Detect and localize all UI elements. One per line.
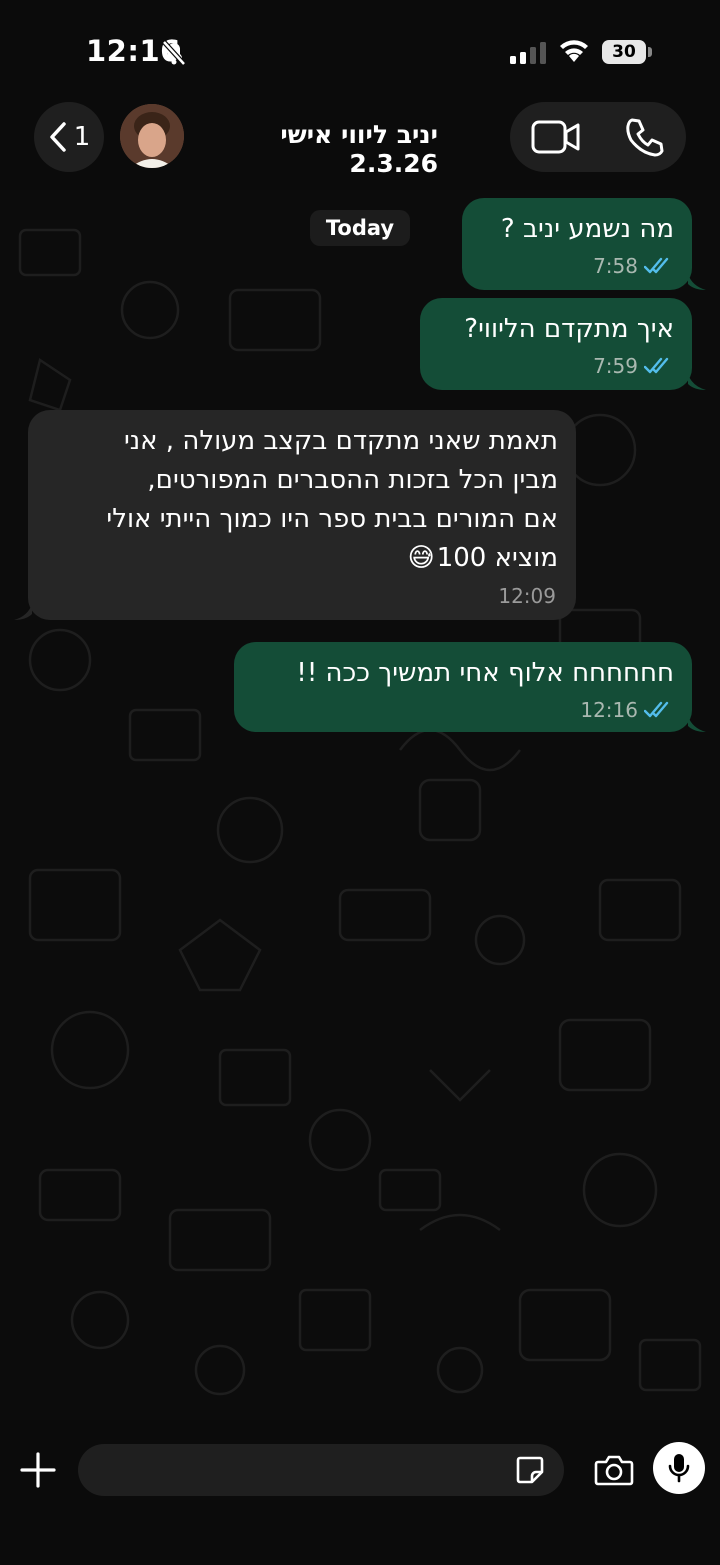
message-text: תאמת שאני מתקדם בקצב מעולה , אני מבין הכ… [38, 422, 558, 578]
avatar-image [120, 104, 184, 168]
video-call-icon[interactable] [530, 118, 582, 156]
message-line: מוציא 100😅 [38, 539, 558, 578]
status-bar: 12:16 30 [0, 0, 720, 100]
message-text: מה נשמע יניב ? [500, 214, 674, 244]
composer-bar [0, 1420, 720, 1565]
back-button[interactable]: 1 [34, 102, 104, 172]
battery-indicator: 30 [602, 40, 646, 64]
battery-nub [648, 47, 652, 57]
sweat-smile-emoji: 😅 [407, 543, 435, 573]
message-bubble-outgoing[interactable]: איך מתקדם הליווי? 7:59 [420, 298, 692, 390]
microphone-button[interactable] [653, 1442, 705, 1494]
message-time: 12:16 [580, 698, 638, 722]
message-bubble-incoming[interactable]: תאמת שאני מתקדם בקצב מעולה , אני מבין הכ… [28, 410, 576, 620]
message-line: מבין הכל בזכות ההסברים המפורטים, [147, 465, 558, 495]
bell-slash-icon [162, 40, 186, 66]
message-line: תאמת שאני מתקדם בקצב מעולה , אני [123, 426, 558, 456]
chat-header: 1 יניב ליווי אישי 2.3.26 [0, 100, 720, 190]
message-meta: 7:59 [593, 354, 674, 378]
message-time: 7:59 [593, 354, 638, 378]
microphone-icon [668, 1454, 690, 1483]
message-text: חחחחחח אלוף אחי תמשיך ככה !! [296, 658, 674, 688]
message-input[interactable] [78, 1444, 564, 1496]
bubble-tail [688, 274, 706, 290]
message-meta: 12:16 [580, 698, 674, 722]
phone-call-icon[interactable] [624, 116, 666, 158]
avatar[interactable] [120, 104, 184, 168]
camera-icon[interactable] [594, 1454, 634, 1486]
message-bubble-outgoing[interactable]: מה נשמע יניב ? 7:58 [462, 198, 692, 290]
message-time: 7:58 [593, 254, 638, 278]
wifi-icon [560, 40, 588, 62]
message-meta: 12:09 [498, 584, 556, 608]
bubble-tail [688, 374, 706, 390]
plus-icon[interactable] [20, 1452, 56, 1488]
sticker-icon[interactable] [514, 1454, 546, 1486]
contact-name[interactable]: יניב ליווי אישי 2.3.26 [198, 120, 438, 178]
message-text: איך מתקדם הליווי? [464, 314, 674, 344]
message-line-text: מוציא 100 [436, 543, 558, 573]
unread-count: 1 [73, 122, 91, 152]
bubble-tail [688, 716, 706, 732]
message-time: 12:09 [498, 584, 556, 608]
message-line: אם המורים בבית ספר היו כמוך הייתי אולי [106, 504, 558, 534]
double-check-read-icon [644, 257, 669, 274]
call-buttons [510, 102, 686, 172]
message-meta: 7:58 [593, 254, 674, 278]
chevron-left-icon [49, 122, 66, 152]
message-bubble-outgoing[interactable]: חחחחחח אלוף אחי תמשיך ככה !! 12:16 [234, 642, 692, 732]
double-check-read-icon [644, 701, 669, 718]
double-check-read-icon [644, 357, 669, 374]
cellular-signal-icon [510, 42, 546, 64]
bubble-tail [14, 604, 32, 620]
date-separator: Today [310, 210, 410, 246]
